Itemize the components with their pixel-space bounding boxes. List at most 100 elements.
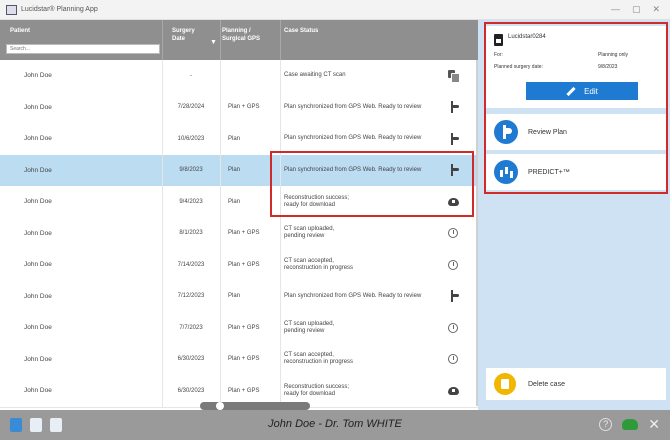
column-divider: [220, 123, 221, 155]
case-status: CT scan uploaded, pending review: [284, 226, 335, 240]
trash-icon: [494, 373, 516, 395]
patient-name: John Doe: [24, 72, 52, 80]
column-header-planning[interactable]: Planning / Surgical GPS: [222, 27, 260, 43]
status-action-button[interactable]: [440, 218, 466, 250]
surgery-date: -: [190, 72, 192, 79]
table-row[interactable]: John Doe 7/7/2023 Plan + GPS CT scan upload…: [0, 312, 478, 345]
column-divider: [220, 217, 221, 250]
patient-name: John Doe: [24, 261, 52, 269]
column-divider: [220, 186, 221, 218]
surgery-date: 10/6/2023: [177, 135, 205, 142]
table-row[interactable]: John Doe 6/30/2023 Plan + GPS CT scan accep…: [0, 343, 478, 377]
planning-type: Plan + GPS: [228, 104, 260, 111]
surgery-date: 7/28/2024: [177, 104, 205, 111]
case-status: Plan synchronized from GPS Web. Ready to…: [284, 292, 422, 299]
planning-type: Plan + GPS: [228, 356, 260, 363]
status-action-button[interactable]: [440, 92, 466, 124]
patient-name: John Doe: [24, 103, 52, 111]
highlight-box-actions: [484, 22, 668, 194]
table-row[interactable]: John Doe 7/14/2023 Plan + GPS CT scan accep…: [0, 249, 478, 282]
close-window-button[interactable]: ✕: [652, 4, 660, 15]
table-row[interactable]: John Doe 8/1/2023 Plan + GPS CT scan upload…: [0, 217, 478, 251]
plan-icon: [447, 290, 459, 303]
column-divider: [220, 154, 221, 187]
case-status: CT scan accepted, reconstruction in prog…: [284, 352, 354, 366]
table-row[interactable]: John Doe - Case awaiting CT scan: [0, 60, 478, 93]
table-header: Patient Surgery Date ▼ Planning / Surgic…: [0, 20, 478, 60]
planning-type: Plan: [228, 135, 241, 142]
status-action-button[interactable]: [440, 60, 466, 92]
delete-case-button[interactable]: Delete case: [486, 368, 666, 400]
case-detail-panel: Lucidstar0284 For: Planning only Planned…: [478, 20, 670, 410]
status-action-button[interactable]: [440, 344, 466, 376]
maximize-button[interactable]: ▢: [632, 4, 641, 15]
column-divider: [220, 60, 221, 92]
column-divider: [220, 280, 221, 313]
patient-name: John Doe: [24, 387, 52, 395]
patient-name: John Doe: [24, 135, 52, 143]
table-row[interactable]: John Doe 7/12/2023 Plan Plan synchronized f…: [0, 280, 478, 314]
planning-type: Plan: [228, 293, 241, 300]
status-action-button[interactable]: [440, 312, 466, 344]
surgery-date: 7/7/2023: [179, 324, 203, 331]
case-status: Case awaiting CT scan: [284, 72, 346, 79]
column-header-surgery-date[interactable]: Surgery Date: [172, 27, 195, 43]
case-status: CT scan uploaded, pending review: [284, 320, 335, 334]
case-status: Plan synchronized from GPS Web. Ready to…: [284, 135, 422, 142]
view-toggle-knob[interactable]: [216, 402, 224, 410]
window-title: Lucidstar® Planning App: [21, 6, 98, 13]
status-action-button[interactable]: [440, 375, 466, 407]
column-divider: [220, 249, 221, 281]
window-titlebar: Lucidstar® Planning App — ▢ ✕: [0, 0, 670, 20]
table-row[interactable]: John Doe 7/28/2024 Plan + GPS Plan synchron…: [0, 91, 478, 125]
current-user: John Doe - Dr. Tom WHITE: [268, 418, 402, 430]
planning-type: Plan + GPS: [228, 324, 260, 331]
column-header-patient[interactable]: Patient: [10, 27, 30, 35]
patient-name: John Doe: [24, 229, 52, 237]
column-divider: [220, 20, 221, 60]
status-action-button[interactable]: [440, 281, 466, 313]
column-divider: [280, 20, 281, 60]
highlight-box-status: [270, 151, 474, 217]
patient-name: John Doe: [24, 324, 52, 332]
case-status: Plan synchronized from GPS Web. Ready to…: [284, 103, 422, 110]
surgery-date: 9/8/2023: [179, 167, 203, 174]
copy-icon: [448, 70, 460, 84]
surgery-date: 7/14/2023: [177, 261, 205, 268]
planning-header-label: Planning / Surgical GPS: [222, 28, 261, 42]
patient-name: John Doe: [24, 198, 52, 206]
app-logo-icon: [6, 4, 17, 15]
patient-search-input[interactable]: [6, 44, 160, 54]
status-action-button[interactable]: [440, 123, 466, 155]
column-divider: [162, 20, 163, 60]
view-toggle[interactable]: [200, 402, 310, 410]
cloud-sync-icon[interactable]: [622, 418, 639, 430]
patient-name: John Doe: [24, 292, 52, 300]
help-icon[interactable]: ?: [599, 417, 613, 431]
planning-type: Plan + GPS: [228, 261, 260, 268]
sort-descending-icon[interactable]: ▼: [210, 39, 217, 46]
clock-icon: [448, 354, 458, 365]
surgery-date: 8/1/2023: [179, 230, 203, 237]
statusbar-right-tools: ? ✕: [599, 417, 660, 431]
planning-type: Plan + GPS: [228, 230, 260, 237]
plan-icon: [447, 101, 459, 114]
column-divider: [220, 312, 221, 344]
patient-name: John Doe: [24, 355, 52, 363]
clock-icon: [448, 259, 458, 270]
case-status: CT scan accepted, reconstruction in prog…: [284, 257, 354, 271]
surgery-date: 6/30/2023: [177, 356, 205, 363]
surgery-date: 7/12/2023: [177, 293, 205, 300]
minimize-button[interactable]: —: [611, 4, 620, 15]
planning-type: [222, 60, 280, 92]
column-divider: [220, 91, 221, 124]
surgery-date: 9/4/2023: [179, 198, 203, 205]
status-action-button[interactable]: [440, 249, 466, 281]
column-divider: [220, 343, 221, 376]
exit-icon[interactable]: ✕: [648, 417, 660, 431]
column-header-case-status[interactable]: Case Status: [284, 27, 318, 35]
delete-case-label: Delete case: [528, 380, 565, 388]
window-controls: — ▢ ✕: [611, 4, 660, 15]
patient-name: John Doe: [24, 166, 52, 174]
cloud-download-icon: [447, 386, 459, 395]
